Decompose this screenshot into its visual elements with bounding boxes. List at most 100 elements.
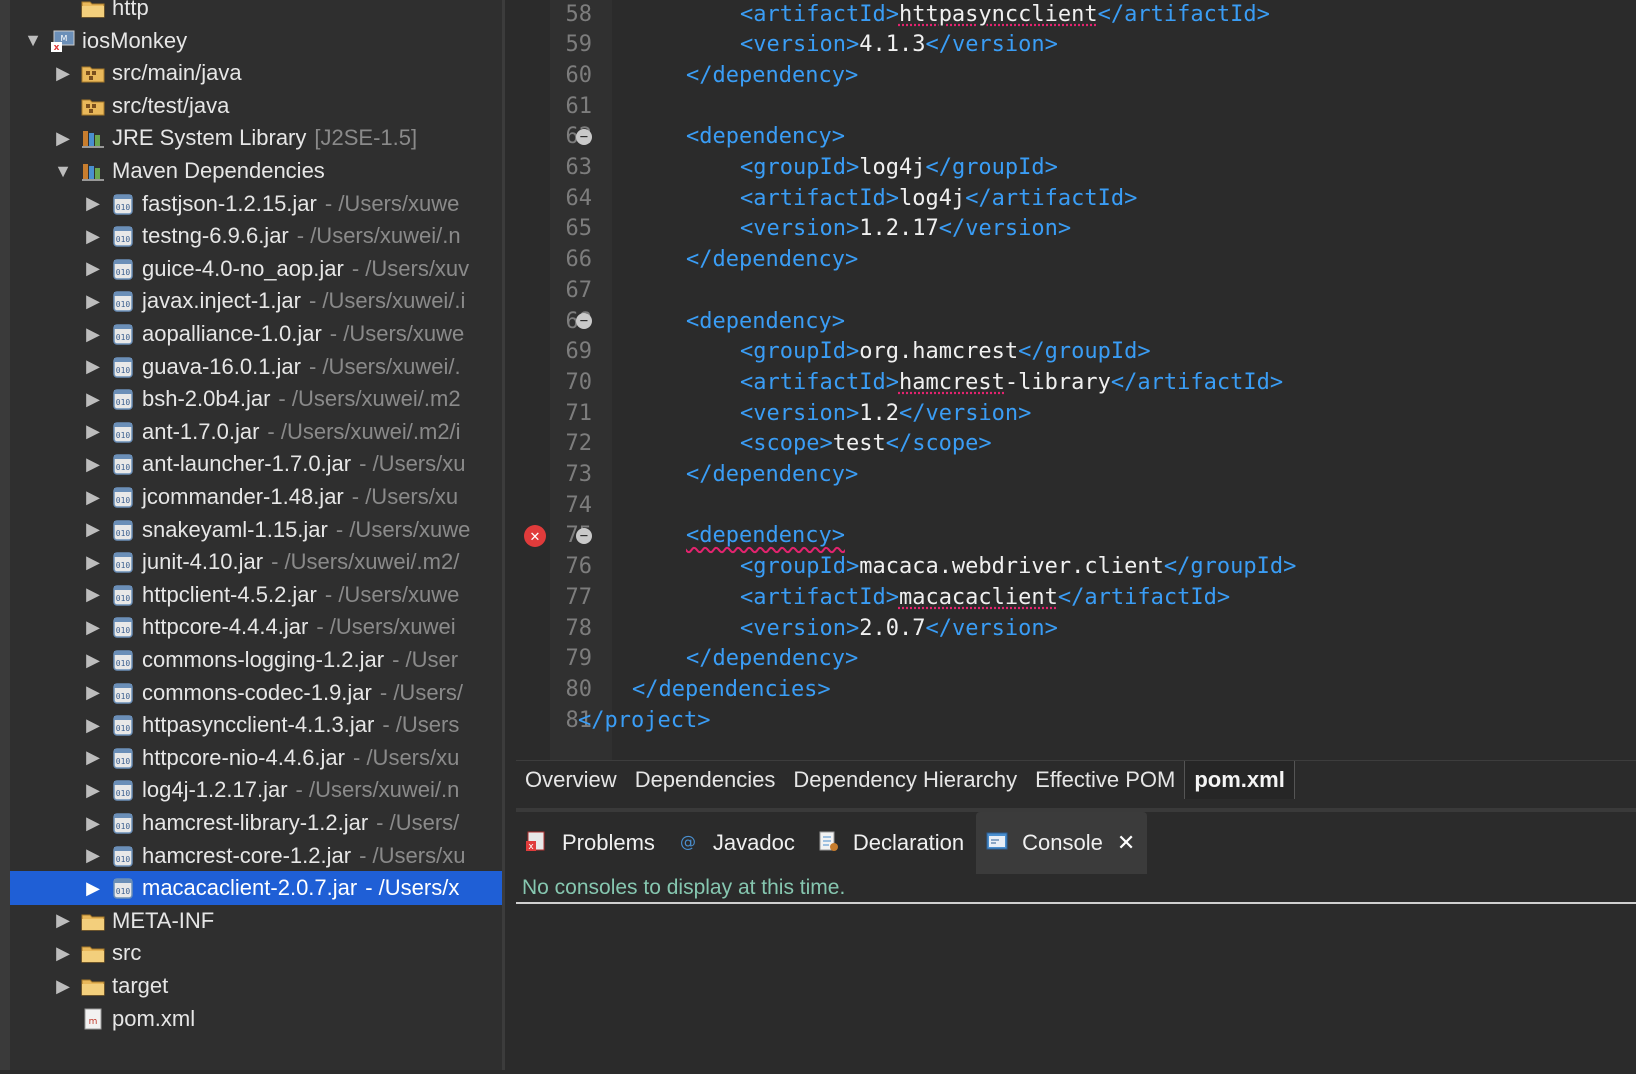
- tree-item[interactable]: ▼ Mx iosMonkey: [10, 24, 502, 58]
- code-line[interactable]: 77 <artifactId>macacaclient</artifactId>: [516, 581, 1636, 613]
- code-line[interactable]: 61: [516, 90, 1636, 122]
- tree-item[interactable]: ▶ 010 httpcore-nio-4.4.6.jar - /Users/xu: [10, 741, 502, 775]
- fold-collapse-icon[interactable]: −: [576, 128, 592, 145]
- code-line[interactable]: 71 <version>1.2</version>: [516, 397, 1636, 429]
- collapsed-arrow-icon[interactable]: ▶: [82, 747, 104, 768]
- code-line[interactable]: 72 <scope>test</scope>: [516, 428, 1636, 460]
- tree-item[interactable]: ▶ 010 httpcore-4.4.4.jar - /Users/xuwei: [10, 610, 502, 644]
- tree-item[interactable]: ▶ 010 javax.inject-1.jar - /Users/xuwei/.i: [10, 284, 502, 318]
- collapsed-arrow-icon[interactable]: ▶: [82, 519, 104, 540]
- code-line[interactable]: 66 </dependency>: [516, 244, 1636, 276]
- tree-item[interactable]: ▶ META-INF: [10, 904, 502, 938]
- code-line[interactable]: ✕75−<dependency>: [516, 520, 1636, 552]
- code-line[interactable]: 69 <groupId>org.hamcrest</groupId>: [516, 336, 1636, 368]
- tree-item[interactable]: ▶ 010 hamcrest-library-1.2.jar - /Users/: [10, 806, 502, 840]
- code-line[interactable]: 76 <groupId>macaca.webdriver.client</grou…: [516, 551, 1636, 583]
- code-line[interactable]: 68−<dependency>: [516, 305, 1636, 337]
- code-line[interactable]: 70 <artifactId>hamcrest-library</artifact…: [516, 366, 1636, 398]
- editor-tab[interactable]: pom.xml: [1184, 761, 1295, 799]
- collapsed-arrow-icon[interactable]: ▶: [82, 487, 104, 508]
- tree-item[interactable]: ▶ 010 snakeyaml-1.15.jar - /Users/xuwe: [10, 513, 502, 547]
- code-line[interactable]: 79 </dependency>: [516, 643, 1636, 675]
- tree-item[interactable]: ▶ 010 jcommander-1.48.jar - /Users/xu: [10, 480, 502, 514]
- tree-item[interactable]: ▶ 010 aopalliance-1.0.jar - /Users/xuwe: [10, 317, 502, 351]
- tree-item[interactable]: ▶ 010 httpasyncclient-4.1.3.jar - /Users: [10, 708, 502, 742]
- collapsed-arrow-icon[interactable]: ▶: [82, 454, 104, 475]
- tree-item[interactable]: m pom.xml: [10, 1002, 502, 1036]
- tree-item[interactable]: ▶ JRE System Library [J2SE-1.5]: [10, 121, 502, 155]
- tree-item[interactable]: ▶ 010 ant-launcher-1.7.0.jar - /Users/xu: [10, 447, 502, 481]
- collapsed-arrow-icon[interactable]: ▶: [82, 552, 104, 573]
- collapsed-arrow-icon[interactable]: ▶: [82, 389, 104, 410]
- tree-item[interactable]: http: [10, 0, 502, 25]
- code-line[interactable]: 81 </project>: [516, 704, 1636, 736]
- view-tab-problems[interactable]: x Problems: [516, 812, 667, 874]
- tree-item[interactable]: ▶ src/main/java: [10, 56, 502, 90]
- tree-item[interactable]: ▶ 010 ant-1.7.0.jar - /Users/xuwei/.m2/i: [10, 415, 502, 449]
- view-tab-console[interactable]: Console ✕: [976, 812, 1148, 874]
- collapsed-arrow-icon[interactable]: ▶: [82, 258, 104, 279]
- error-marker-icon[interactable]: ✕: [524, 524, 546, 547]
- collapsed-arrow-icon[interactable]: ▶: [82, 715, 104, 736]
- close-icon[interactable]: ✕: [1117, 830, 1135, 856]
- tree-item[interactable]: ▶ src: [10, 936, 502, 970]
- code-line[interactable]: 78 <version>2.0.7</version>: [516, 612, 1636, 644]
- collapsed-arrow-icon[interactable]: ▶: [82, 193, 104, 214]
- code-line[interactable]: 60 </dependency>: [516, 59, 1636, 91]
- tree-item[interactable]: ▶ 010 testng-6.9.6.jar - /Users/xuwei/.n: [10, 219, 502, 253]
- code-line[interactable]: 80 </dependencies>: [516, 673, 1636, 705]
- tree-item[interactable]: ▶ 010 fastjson-1.2.15.jar - /Users/xuwe: [10, 187, 502, 221]
- collapsed-arrow-icon[interactable]: ▶: [82, 813, 104, 834]
- view-tab-javadoc[interactable]: @ Javadoc: [667, 812, 807, 874]
- tree-item[interactable]: ▶ 010 commons-codec-1.9.jar - /Users/: [10, 676, 502, 710]
- tree-item[interactable]: ▶ 010 junit-4.10.jar - /Users/xuwei/.m2/: [10, 545, 502, 579]
- tree-item[interactable]: ▶ target: [10, 969, 502, 1003]
- collapsed-arrow-icon[interactable]: ▶: [82, 617, 104, 638]
- tree-item[interactable]: ▶ 010 guava-16.0.1.jar - /Users/xuwei/.: [10, 350, 502, 384]
- code-line[interactable]: 73 </dependency>: [516, 459, 1636, 491]
- collapsed-arrow-icon[interactable]: ▶: [82, 421, 104, 442]
- tree-item[interactable]: src/test/java: [10, 89, 502, 123]
- collapsed-arrow-icon[interactable]: ▶: [52, 128, 74, 149]
- fold-collapse-icon[interactable]: −: [576, 313, 592, 329]
- collapsed-arrow-icon[interactable]: ▶: [52, 943, 74, 964]
- editor-tab[interactable]: Effective POM: [1026, 761, 1184, 799]
- collapsed-arrow-icon[interactable]: ▶: [82, 780, 104, 801]
- tree-item[interactable]: ▶ 010 bsh-2.0b4.jar - /Users/xuwei/.m2: [10, 382, 502, 416]
- collapsed-arrow-icon[interactable]: ▶: [82, 356, 104, 377]
- collapsed-arrow-icon[interactable]: ▶: [52, 910, 74, 931]
- code-line[interactable]: 63 <groupId>log4j</groupId>: [516, 152, 1636, 184]
- collapsed-arrow-icon[interactable]: ▶: [82, 682, 104, 703]
- collapsed-arrow-icon[interactable]: ▶: [82, 226, 104, 247]
- code-line[interactable]: 67: [516, 274, 1636, 306]
- editor-tab[interactable]: Dependency Hierarchy: [784, 761, 1026, 799]
- collapsed-arrow-icon[interactable]: ▶: [82, 324, 104, 345]
- editor-tab[interactable]: Overview: [516, 761, 626, 799]
- view-tab-declaration[interactable]: Declaration: [807, 812, 976, 874]
- collapsed-arrow-icon[interactable]: ▶: [52, 63, 74, 84]
- collapsed-arrow-icon[interactable]: ▶: [82, 291, 104, 312]
- collapsed-arrow-icon[interactable]: ▶: [82, 650, 104, 671]
- tree-item[interactable]: ▶ 010 guice-4.0-no_aop.jar - /Users/xuv: [10, 252, 502, 286]
- code-line[interactable]: 58 <artifactId>httpasyncclient</artifactI…: [516, 0, 1636, 30]
- collapsed-arrow-icon[interactable]: ▶: [82, 878, 104, 899]
- collapsed-arrow-icon[interactable]: ▶: [82, 845, 104, 866]
- code-line[interactable]: 74: [516, 489, 1636, 521]
- tree-item[interactable]: ▶ 010 macacaclient-2.0.7.jar - /Users/x: [10, 871, 502, 906]
- tree-item[interactable]: ▼ Maven Dependencies: [10, 154, 502, 188]
- tree-item[interactable]: ▶ 010 commons-logging-1.2.jar - /User: [10, 643, 502, 677]
- view-sash[interactable]: [502, 0, 505, 1070]
- expanded-arrow-icon[interactable]: ▼: [52, 161, 74, 182]
- fold-collapse-icon[interactable]: −: [576, 527, 592, 544]
- tree-item[interactable]: ▶ 010 httpclient-4.5.2.jar - /Users/xuwe: [10, 578, 502, 612]
- code-line[interactable]: 59 <version>4.1.3</version>: [516, 29, 1636, 61]
- code-line[interactable]: 64 <artifactId>log4j</artifactId>: [516, 182, 1636, 214]
- collapsed-arrow-icon[interactable]: ▶: [52, 976, 74, 997]
- code-line[interactable]: 62−<dependency>: [516, 121, 1636, 153]
- tree-item[interactable]: ▶ 010 hamcrest-core-1.2.jar - /Users/xu: [10, 839, 502, 873]
- tree-item[interactable]: ▶ 010 log4j-1.2.17.jar - /Users/xuwei/.n: [10, 773, 502, 807]
- expanded-arrow-icon[interactable]: ▼: [22, 30, 44, 51]
- collapsed-arrow-icon[interactable]: ▶: [82, 584, 104, 605]
- code-line[interactable]: 65 <version>1.2.17</version>: [516, 213, 1636, 245]
- editor-tab[interactable]: Dependencies: [626, 761, 785, 799]
